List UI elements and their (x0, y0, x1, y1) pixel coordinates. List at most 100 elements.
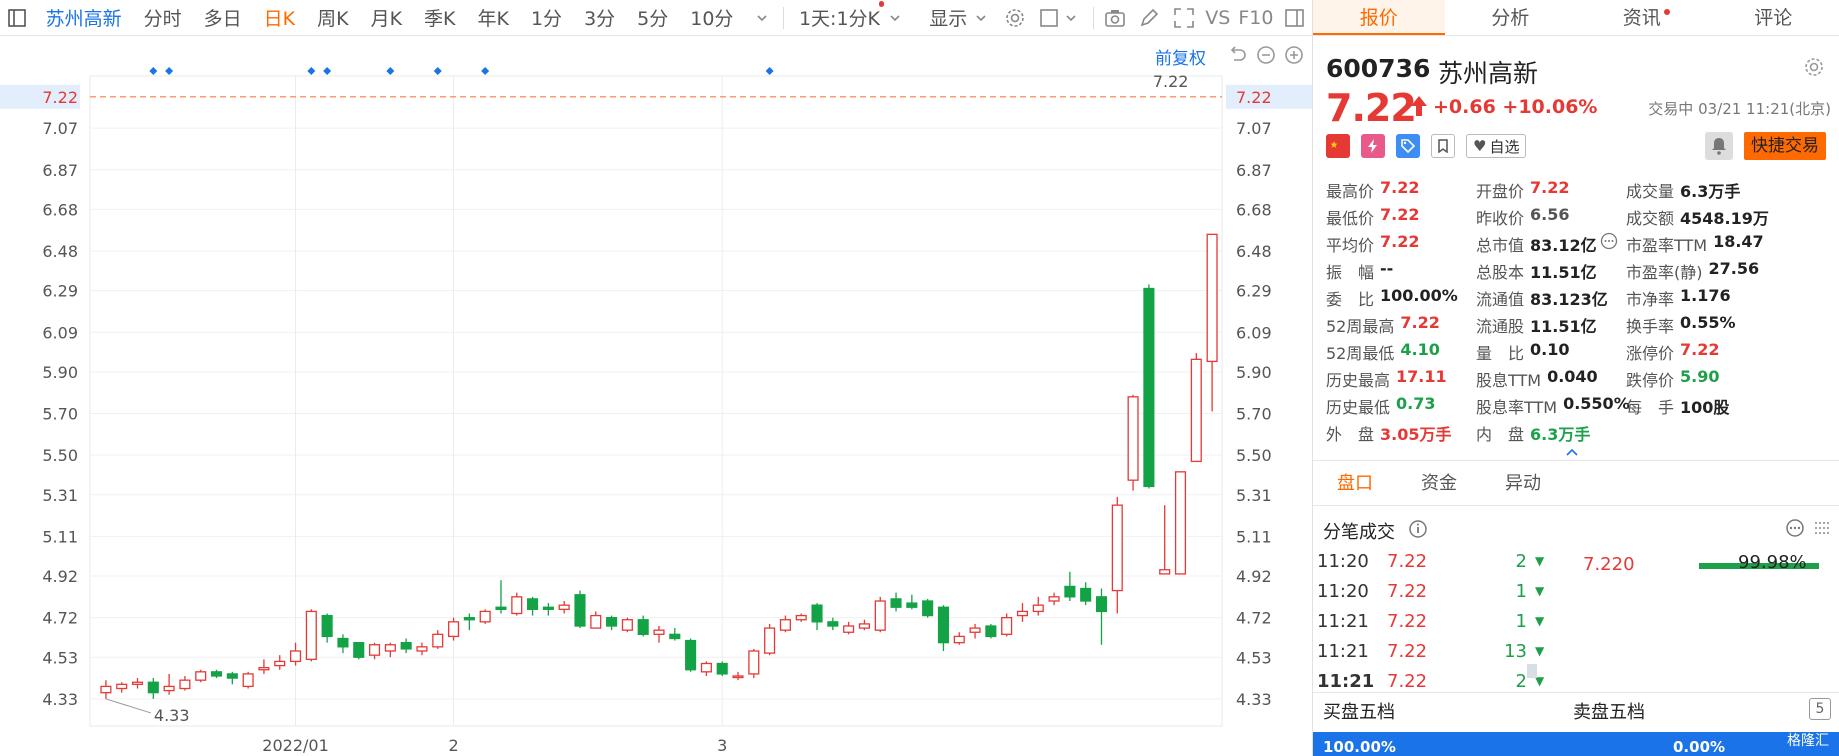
restore-adjust-button[interactable]: 前复权 (1155, 44, 1206, 69)
candle-body[interactable] (258, 667, 270, 671)
candle-body[interactable] (242, 673, 254, 688)
candle-body[interactable] (147, 681, 159, 694)
period-tab[interactable]: 分时 (133, 4, 193, 31)
candle-body[interactable] (574, 594, 586, 627)
event-marker[interactable] (149, 67, 158, 75)
candle-body[interactable] (906, 602, 918, 608)
more-dots-icon[interactable] (1600, 232, 1618, 259)
sidebar-toggle-icon[interactable] (5, 5, 30, 31)
candle-body[interactable] (1190, 358, 1202, 463)
candle-body[interactable] (337, 637, 349, 648)
scroll-indicator[interactable] (1527, 664, 1537, 678)
zoom-out-icon[interactable] (1256, 45, 1276, 65)
candle-body[interactable] (416, 646, 428, 652)
kline-chart-area[interactable]: 4.33 4.33 4.53 4.53 4.72 4.72 4.92 4.92 5.11 5.11… (0, 36, 1312, 756)
f10-button[interactable]: F10 (1234, 7, 1277, 29)
candle-body[interactable] (1095, 596, 1108, 613)
candle-body[interactable] (985, 625, 997, 638)
candle-body[interactable] (1080, 587, 1092, 602)
candle-body[interactable] (289, 650, 302, 663)
candle-body[interactable] (463, 617, 475, 621)
candle-body[interactable] (637, 619, 649, 635)
event-marker[interactable] (307, 67, 316, 75)
candle-body[interactable] (1111, 504, 1123, 592)
candle-body[interactable] (922, 600, 934, 617)
candle-body[interactable] (305, 610, 317, 660)
period-tab[interactable]: 3分 (573, 4, 626, 31)
info-icon[interactable] (1408, 519, 1428, 543)
candle-body[interactable] (1048, 596, 1060, 602)
candle-body[interactable] (827, 621, 839, 627)
sub-tab[interactable]: 异动 (1481, 461, 1565, 505)
candle-body[interactable] (116, 683, 128, 690)
candle-body[interactable] (432, 633, 444, 648)
candle-body[interactable] (1174, 471, 1187, 575)
five-levels-icon[interactable]: 5 (1809, 698, 1831, 720)
candle-body[interactable] (795, 614, 807, 621)
candle-body[interactable] (700, 662, 712, 673)
candle-body[interactable] (100, 685, 112, 694)
candle-body[interactable] (732, 675, 744, 679)
candle-body[interactable] (163, 685, 175, 692)
sub-tab[interactable]: 资金 (1397, 461, 1481, 505)
candle-body[interactable] (653, 629, 665, 635)
add-favorite-button[interactable]: ♥ 自选 (1466, 134, 1527, 158)
candle-body[interactable] (669, 633, 681, 640)
candle-body[interactable] (179, 679, 191, 690)
candle-body[interactable] (1159, 569, 1171, 575)
candle-body[interactable] (1016, 610, 1029, 617)
undo-icon[interactable] (1228, 45, 1248, 65)
chevron-down-icon[interactable] (968, 5, 993, 31)
candle-body[interactable] (511, 596, 523, 615)
period-tab[interactable]: 10分 (679, 4, 744, 31)
candle-body[interactable] (369, 644, 381, 656)
candle-body[interactable] (953, 635, 965, 644)
chevron-down-icon[interactable] (749, 5, 774, 31)
more-dots-icon[interactable] (1785, 518, 1805, 542)
bell-icon[interactable] (1705, 132, 1733, 160)
candle-body[interactable] (195, 671, 207, 681)
candle-body[interactable] (1143, 287, 1155, 488)
fullscreen-icon[interactable] (1172, 5, 1197, 31)
candle-body[interactable] (527, 598, 539, 610)
bookmark-icon[interactable] (1431, 134, 1455, 158)
chevron-down-icon[interactable] (1059, 5, 1084, 31)
candle-body[interactable] (1032, 604, 1044, 613)
candle-body[interactable] (858, 623, 870, 629)
candle-body[interactable] (353, 642, 365, 658)
candle-body[interactable] (843, 625, 855, 633)
candle-body[interactable] (448, 621, 460, 638)
candle-body[interactable] (748, 650, 760, 675)
candle-body[interactable] (1001, 617, 1013, 635)
lightning-icon[interactable] (1361, 134, 1385, 158)
candle-body[interactable] (210, 671, 223, 677)
period-tab[interactable]: 5分 (626, 4, 679, 31)
event-marker[interactable] (481, 67, 490, 75)
candle-body[interactable] (131, 681, 144, 685)
china-flag-icon[interactable] (1326, 134, 1350, 158)
range-select[interactable]: 1天:1分K (788, 4, 891, 31)
candle-body[interactable] (606, 617, 618, 627)
pencil-icon[interactable] (1137, 5, 1162, 31)
candle-body[interactable] (779, 619, 791, 631)
period-tab[interactable]: 月K (360, 4, 413, 31)
candle-body[interactable] (621, 619, 633, 631)
period-tab[interactable]: 年K (467, 4, 520, 31)
panel-toggle-icon[interactable] (1282, 5, 1307, 31)
candlestick-chart[interactable]: 4.33 4.33 4.53 4.53 4.72 4.72 4.92 4.92 5.11 5.11… (0, 36, 1312, 756)
event-marker[interactable] (765, 67, 774, 75)
candle-body[interactable] (400, 642, 412, 650)
period-tab[interactable]: 1分 (520, 4, 573, 31)
candle-body[interactable] (764, 627, 776, 654)
quick-trade-button[interactable]: 快捷交易 (1744, 132, 1826, 160)
period-tab[interactable]: 日K (253, 4, 306, 31)
quote-tab[interactable]: 报价 (1313, 0, 1445, 35)
candle-body[interactable] (226, 673, 238, 679)
camera-icon[interactable] (1103, 5, 1128, 31)
candle-body[interactable] (495, 606, 507, 610)
tag-icon[interactable] (1396, 134, 1420, 158)
candle-body[interactable] (1127, 396, 1139, 481)
event-marker[interactable] (165, 67, 174, 75)
candle-body[interactable] (1064, 585, 1076, 598)
event-marker[interactable] (386, 67, 395, 75)
